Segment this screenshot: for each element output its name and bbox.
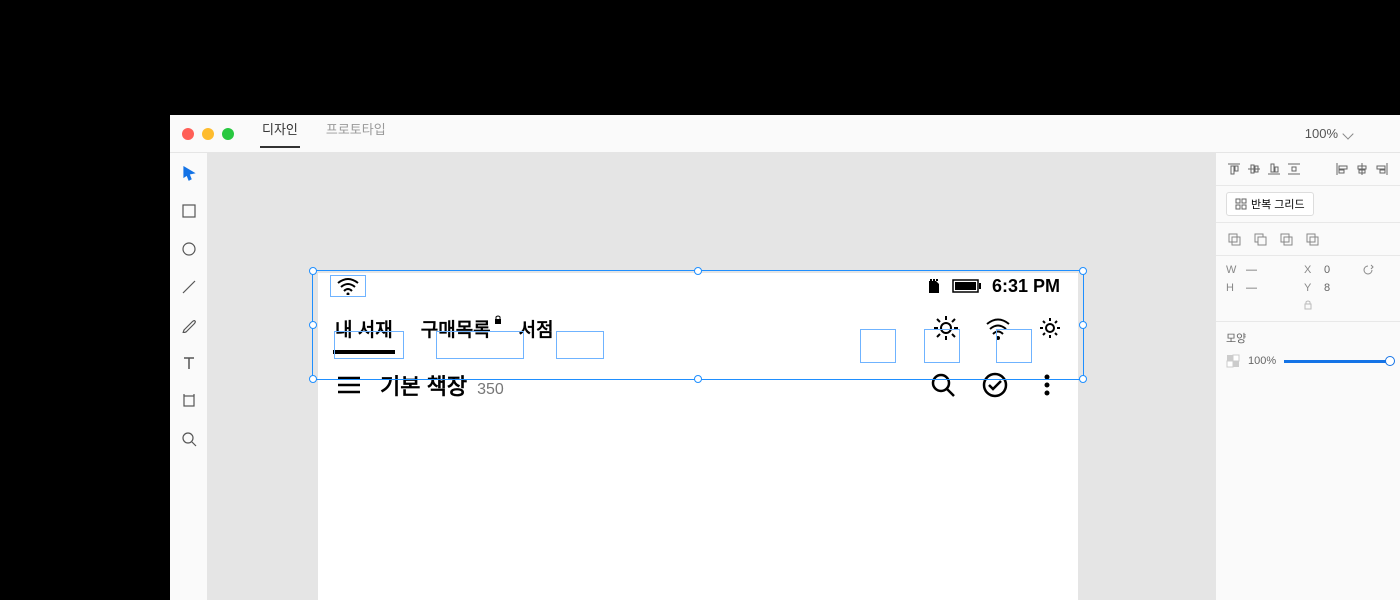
tab-store[interactable]: 서점 bbox=[517, 311, 556, 346]
resize-handle[interactable] bbox=[1079, 321, 1087, 329]
align-row bbox=[1216, 153, 1400, 186]
hamburger-icon[interactable] bbox=[336, 375, 362, 395]
boolean-exclude-icon[interactable] bbox=[1304, 231, 1320, 247]
lock-aspect-icon[interactable] bbox=[1303, 300, 1313, 310]
repeat-grid-row: 반복 그리드 bbox=[1216, 186, 1400, 223]
align-hcenter-icon[interactable] bbox=[1354, 161, 1370, 177]
resize-handle[interactable] bbox=[309, 321, 317, 329]
resize-handle[interactable] bbox=[1079, 267, 1087, 275]
opacity-slider[interactable] bbox=[1284, 360, 1390, 363]
boolean-intersect-icon[interactable] bbox=[1278, 231, 1294, 247]
bookshelf-title: 기본 책장 bbox=[380, 369, 467, 401]
opacity-icon bbox=[1226, 354, 1240, 368]
lock-icon bbox=[493, 309, 503, 319]
x-label: X bbox=[1304, 264, 1316, 276]
sd-card-icon bbox=[926, 278, 942, 294]
traffic-lights bbox=[182, 128, 234, 140]
height-label: H bbox=[1226, 282, 1238, 294]
check-circle-icon[interactable] bbox=[982, 372, 1008, 398]
width-value[interactable]: — bbox=[1246, 264, 1296, 276]
close-window-button[interactable] bbox=[182, 128, 194, 140]
y-value[interactable]: 8 bbox=[1324, 282, 1330, 294]
select-tool[interactable] bbox=[181, 165, 197, 181]
titlebar-right: 100% bbox=[1305, 126, 1388, 141]
boolean-union-icon[interactable] bbox=[1226, 231, 1242, 247]
search-icon[interactable] bbox=[930, 372, 956, 398]
tab-prototype[interactable]: 프로토타입 bbox=[324, 119, 388, 148]
bookshelf-count: 350 bbox=[477, 381, 504, 399]
text-tool[interactable] bbox=[181, 355, 197, 371]
mockup-statusbar: 6:31 PM bbox=[318, 273, 1078, 299]
y-label: Y bbox=[1304, 282, 1316, 294]
mockup-toolbar: 기본 책장 350 bbox=[318, 357, 1078, 413]
distribute-v-icon[interactable] bbox=[1286, 161, 1302, 177]
align-right-icon[interactable] bbox=[1374, 161, 1390, 177]
resize-handle[interactable] bbox=[309, 375, 317, 383]
chevron-down-icon bbox=[1342, 128, 1353, 139]
appearance-section: 모양 100% bbox=[1216, 322, 1400, 376]
resize-handle[interactable] bbox=[1079, 375, 1087, 383]
gear-icon[interactable] bbox=[1037, 315, 1063, 341]
status-time: 6:31 PM bbox=[992, 276, 1060, 297]
boolean-ops bbox=[1216, 223, 1400, 255]
appearance-header: 모양 bbox=[1226, 330, 1390, 346]
align-vcenter-icon[interactable] bbox=[1246, 161, 1262, 177]
line-tool[interactable] bbox=[181, 279, 197, 295]
ellipse-tool[interactable] bbox=[181, 241, 197, 257]
brightness-icon[interactable] bbox=[933, 315, 959, 341]
tab-library[interactable]: 내 서재 bbox=[333, 311, 395, 346]
zoom-select[interactable]: 100% bbox=[1305, 126, 1352, 141]
battery-icon bbox=[952, 279, 982, 293]
align-top-icon[interactable] bbox=[1226, 161, 1242, 177]
tab-design[interactable]: 디자인 bbox=[260, 119, 300, 148]
opacity-value[interactable]: 100% bbox=[1248, 355, 1276, 367]
repeat-grid-label: 반복 그리드 bbox=[1251, 196, 1305, 212]
minimize-window-button[interactable] bbox=[202, 128, 214, 140]
properties-panel: 반복 그리드 W — X 0 H — Y 8 bbox=[1215, 153, 1400, 600]
left-toolbar bbox=[170, 153, 208, 600]
resize-handle[interactable] bbox=[309, 267, 317, 275]
align-bottom-icon[interactable] bbox=[1266, 161, 1282, 177]
zoom-window-button[interactable] bbox=[222, 128, 234, 140]
rectangle-tool[interactable] bbox=[181, 203, 197, 219]
tab-purchases-label: 구매목록 bbox=[421, 320, 491, 341]
more-vert-icon[interactable] bbox=[1034, 372, 1060, 398]
artboard-tool[interactable] bbox=[181, 393, 197, 409]
mode-tabs: 디자인 프로토타입 bbox=[260, 119, 388, 148]
mockup-tabs: 내 서재 구매목록 서점 bbox=[318, 299, 1078, 357]
artboard[interactable]: 6:31 PM 내 서재 구매목록 서점 bbox=[318, 273, 1078, 600]
zoom-tool[interactable] bbox=[181, 431, 197, 447]
width-label: W bbox=[1226, 264, 1238, 276]
transform-section: W — X 0 H — Y 8 bbox=[1216, 255, 1400, 322]
repeat-grid-button[interactable]: 반복 그리드 bbox=[1226, 192, 1314, 216]
x-value[interactable]: 0 bbox=[1324, 264, 1354, 276]
align-left-icon[interactable] bbox=[1334, 161, 1350, 177]
wifi-icon bbox=[336, 277, 360, 295]
canvas[interactable]: 6:31 PM 내 서재 구매목록 서점 bbox=[208, 153, 1215, 600]
tab-purchases[interactable]: 구매목록 bbox=[419, 311, 493, 346]
wifi-settings-icon[interactable] bbox=[985, 315, 1011, 341]
slider-thumb[interactable] bbox=[1385, 356, 1395, 366]
rotate-icon[interactable] bbox=[1362, 264, 1374, 276]
boolean-subtract-icon[interactable] bbox=[1252, 231, 1268, 247]
app-window: 디자인 프로토타입 100% bbox=[170, 115, 1400, 600]
titlebar: 디자인 프로토타입 100% bbox=[170, 115, 1400, 153]
pen-tool[interactable] bbox=[181, 317, 197, 333]
zoom-value: 100% bbox=[1305, 126, 1338, 141]
height-value[interactable]: — bbox=[1246, 282, 1296, 294]
